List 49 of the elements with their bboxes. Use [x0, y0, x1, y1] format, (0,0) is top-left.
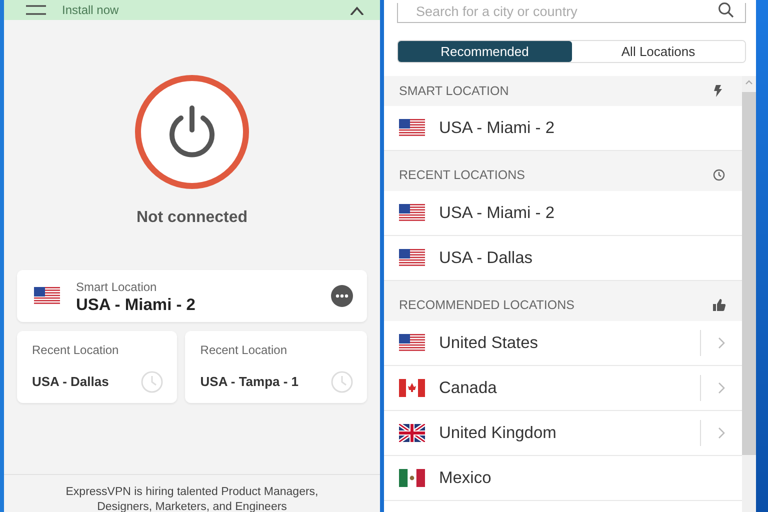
search-icon [718, 2, 734, 18]
section-title: RECOMMENDED LOCATIONS [399, 296, 574, 314]
footer-text: ExpressVPN is hiring talented Product Managers, [64, 485, 320, 500]
location-row[interactable]: United States [384, 321, 742, 366]
scrollbar[interactable] [742, 76, 756, 512]
flag-icon [399, 249, 425, 267]
scrollbar-thumb[interactable] [742, 92, 756, 455]
recent-location-card[interactable]: Recent Location USA - Tampa - 1 [185, 331, 368, 403]
location-name: USA - Miami - 2 [76, 296, 196, 314]
location-name: USA - Tampa - 1 [200, 373, 299, 392]
chevron-right-icon[interactable] [718, 337, 725, 349]
location-label: Recent Location [200, 342, 288, 359]
chevron-right-icon[interactable] [718, 382, 725, 394]
flag-icon [34, 287, 60, 305]
flag-icon [399, 379, 425, 397]
location-row[interactable]: Mexico [384, 456, 742, 501]
section-title: SMART LOCATION [399, 82, 509, 100]
location-name: United Kingdom [439, 422, 558, 444]
flag-icon [399, 469, 425, 487]
clock-icon [713, 169, 726, 181]
chevron-right-icon[interactable] [718, 427, 725, 439]
tab[interactable]: Recommended [398, 41, 572, 62]
connection-status: Not connected [135, 208, 249, 228]
more-icon[interactable] [331, 285, 353, 307]
location-name: USA - Miami - 2 [439, 202, 556, 224]
location-name: USA - Dallas [32, 373, 109, 392]
menu-icon[interactable] [26, 4, 46, 16]
location-name: USA - Miami - 2 [439, 118, 556, 139]
thumbs-up-icon [713, 299, 726, 311]
smart-location-card[interactable]: Smart Location USA - Miami - 2 [17, 270, 367, 322]
section-title: RECENT LOCATIONS [399, 166, 525, 184]
location-row[interactable]: United Kingdom [384, 411, 742, 456]
location-name: USA - Dallas [439, 248, 534, 269]
location-row[interactable]: Canada [384, 366, 742, 411]
location-label: Recent Location [32, 342, 120, 359]
flag-icon [399, 204, 425, 222]
search-field[interactable]: Search for a city or country [397, 2, 746, 23]
location-name: United States [439, 332, 540, 354]
recent-location-card[interactable]: Recent Location USA - Dallas [17, 331, 178, 403]
flag-icon [399, 334, 425, 352]
flag-icon [399, 119, 425, 137]
location-label: Smart Location [76, 278, 158, 296]
clock-icon [141, 371, 164, 393]
flag-icon [399, 424, 425, 442]
location-name: Canada [439, 378, 498, 399]
install-link[interactable]: Install now [62, 4, 119, 16]
location-row[interactable]: USA - Miami - 2 [384, 191, 742, 236]
location-name: Mexico [439, 468, 492, 489]
clock-icon [331, 371, 354, 393]
